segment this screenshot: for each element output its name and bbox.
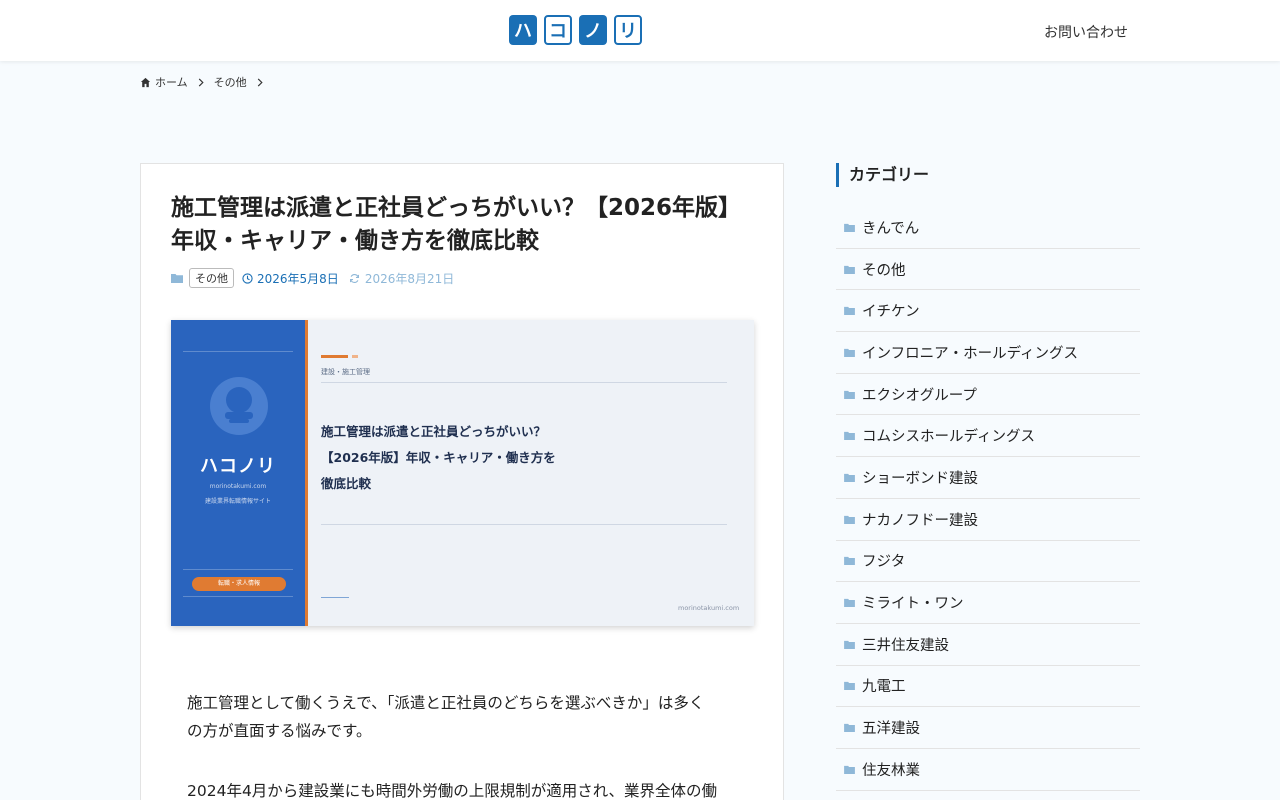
- folder-icon: [844, 598, 855, 608]
- logo-char-4: リ: [614, 15, 642, 45]
- eyecatch-short-rule: [321, 597, 349, 598]
- paragraph1-line1: 施工管理として働くうえで、「派遣と正社員のどちらを選ぶべきか」は多く: [187, 694, 705, 712]
- folder-icon: [844, 682, 855, 691]
- folder-icon: [844, 765, 855, 774]
- category-label: エクシオグループ: [862, 387, 977, 404]
- category-label: ミライト・ワン: [862, 596, 964, 613]
- sidebar: カテゴリー きんでん その他 イチケン インフロニア・ホールディングス エクシオ…: [836, 163, 1140, 791]
- folder-icon: [844, 723, 855, 733]
- folder-icon: [844, 265, 855, 274]
- category-item[interactable]: その他: [836, 249, 1140, 291]
- eyecatch-rule: [183, 596, 293, 597]
- folder-icon: [844, 473, 855, 482]
- category-label: フジタ: [862, 554, 906, 571]
- clock-icon: [242, 272, 253, 284]
- folder-icon: [844, 432, 855, 441]
- eyecatch-heading-line2: 【2026年版】年収・キャリア・働き方を: [321, 450, 556, 465]
- category-item[interactable]: フジタ: [836, 541, 1140, 583]
- category-label: 九電工: [862, 679, 906, 696]
- category-label: インフロニア・ホールディングス: [862, 345, 1079, 362]
- category-label: 住友林業: [862, 762, 920, 779]
- eyecatch-brand: ハコノリ: [200, 456, 276, 477]
- article-body: 施工管理として働くうえで、「派遣と正社員のどちらを選ぶべきか」は多く の方が直面…: [187, 689, 732, 800]
- eyecatch-accent: [321, 355, 348, 358]
- category-item[interactable]: 五洋建設: [836, 707, 1140, 749]
- category-label: ショーボンド建設: [862, 470, 978, 487]
- site-logo[interactable]: ハ コ ノ リ: [509, 15, 642, 45]
- category-item[interactable]: コムシスホールディングス: [836, 415, 1140, 458]
- category-list: きんでん その他 イチケン インフロニア・ホールディングス エクシオグループ コ…: [836, 207, 1140, 791]
- category-label: コムシスホールディングス: [862, 429, 1035, 446]
- category-label: ナカノフドー建設: [862, 512, 978, 529]
- sidebar-title: カテゴリー: [836, 163, 1140, 187]
- category-label: その他: [862, 262, 906, 279]
- eyecatch-category: 建設・施工管理: [321, 368, 370, 376]
- category-item[interactable]: きんでん: [836, 207, 1140, 249]
- eyecatch-right-panel: 建設・施工管理 施工管理は派遣と正社員どっちがいい？ 【2026年版】年収・キャ…: [308, 320, 754, 626]
- eyecatch-accent: [352, 355, 358, 358]
- category-label: きんでん: [862, 220, 920, 237]
- eyecatch-rule: [183, 351, 293, 352]
- article-paragraph: 2024年4月から建設業にも時間外労働の上限規制が適用され、業界全体の働: [187, 777, 732, 800]
- category-label: イチケン: [862, 304, 920, 321]
- logo-char-1: ハ: [509, 15, 537, 45]
- avatar-icon: [210, 377, 268, 435]
- folder-icon: [844, 307, 855, 316]
- paragraph1-line2: の方が直面する悩みです。: [187, 722, 372, 740]
- folder-icon: [171, 274, 183, 283]
- eyecatch-subtitle: 建設業界転職情報サイト: [204, 498, 271, 505]
- paragraph2-line1: 2024年4月から建設業にも時間外労働の上限規制が適用され、業界全体の働: [187, 782, 717, 800]
- breadcrumb-home[interactable]: ホーム: [155, 74, 188, 90]
- breadcrumb: ホーム その他: [140, 74, 273, 90]
- folder-icon: [844, 557, 855, 566]
- article-title: 施工管理は派遣と正社員どっちがいい？【2026年版】 年収・キャリア・働き方を徹…: [171, 192, 761, 258]
- category-item[interactable]: ショーボンド建設: [836, 457, 1140, 499]
- article-card: 施工管理は派遣と正社員どっちがいい？【2026年版】 年収・キャリア・働き方を徹…: [140, 163, 784, 800]
- modified-date: 2026年8月21日: [364, 271, 455, 286]
- category-item[interactable]: 三井住友建設: [836, 624, 1140, 666]
- category-item[interactable]: 九電工: [836, 666, 1140, 708]
- article-title-line1: 施工管理は派遣と正社員どっちがいい？【2026年版】: [171, 195, 742, 221]
- contact-link[interactable]: お問い合わせ: [1044, 22, 1128, 42]
- chevron-right-icon: [198, 77, 204, 87]
- category-item[interactable]: インフロニア・ホールディングス: [836, 332, 1140, 374]
- logo-char-2: コ: [544, 15, 572, 45]
- site-header: ハ コ ノ リ お問い合わせ: [0, 0, 1280, 61]
- eyecatch-heading: 施工管理は派遣と正社員どっちがいい？ 【2026年版】年収・キャリア・働き方を …: [321, 419, 721, 497]
- eyecatch-pill: 転職・求人情報: [192, 577, 286, 591]
- article-paragraph: 施工管理として働くうえで、「派遣と正社員のどちらを選ぶべきか」は多く の方が直面…: [187, 689, 732, 745]
- eyecatch-image: ハコノリ morinotakumi.com 建設業界転職情報サイト 転職・求人情…: [171, 320, 754, 626]
- eyecatch-rule: [321, 524, 727, 525]
- folder-icon: [844, 390, 855, 399]
- category-item[interactable]: エクシオグループ: [836, 374, 1140, 416]
- category-label: 五洋建設: [862, 721, 920, 738]
- article-meta: その他 2026年5月8日 2026年8月21日: [171, 268, 454, 288]
- article-title-line2: 年収・キャリア・働き方を徹底比較: [171, 228, 539, 254]
- published-date: 2026年5月8日: [257, 271, 339, 286]
- eyecatch-left-panel: ハコノリ morinotakumi.com 建設業界転職情報サイト 転職・求人情…: [171, 320, 305, 626]
- category-item[interactable]: ナカノフドー建設: [836, 499, 1140, 541]
- eyecatch-heading-line3: 徹底比較: [321, 476, 372, 491]
- category-item[interactable]: ミライト・ワン: [836, 582, 1140, 624]
- refresh-icon: [349, 273, 359, 283]
- logo-char-3: ノ: [579, 15, 607, 45]
- category-item[interactable]: 住友林業: [836, 749, 1140, 791]
- home-icon: [140, 77, 151, 87]
- folder-icon: [844, 515, 855, 524]
- folder-icon: [844, 640, 855, 649]
- eyecatch-url: morinotakumi.com: [209, 483, 267, 490]
- eyecatch-heading-line1: 施工管理は派遣と正社員どっちがいい？: [321, 424, 547, 439]
- category-badge[interactable]: その他: [189, 268, 234, 288]
- chevron-right-icon: [257, 77, 263, 87]
- category-item[interactable]: イチケン: [836, 290, 1140, 333]
- breadcrumb-category[interactable]: その他: [214, 74, 247, 90]
- folder-icon: [844, 348, 855, 357]
- eyecatch-rule: [183, 569, 293, 570]
- eyecatch-rule: [321, 382, 727, 383]
- eyecatch-domain: morinotakumi.com: [678, 604, 740, 612]
- category-label: 三井住友建設: [862, 637, 949, 654]
- folder-icon: [844, 223, 855, 232]
